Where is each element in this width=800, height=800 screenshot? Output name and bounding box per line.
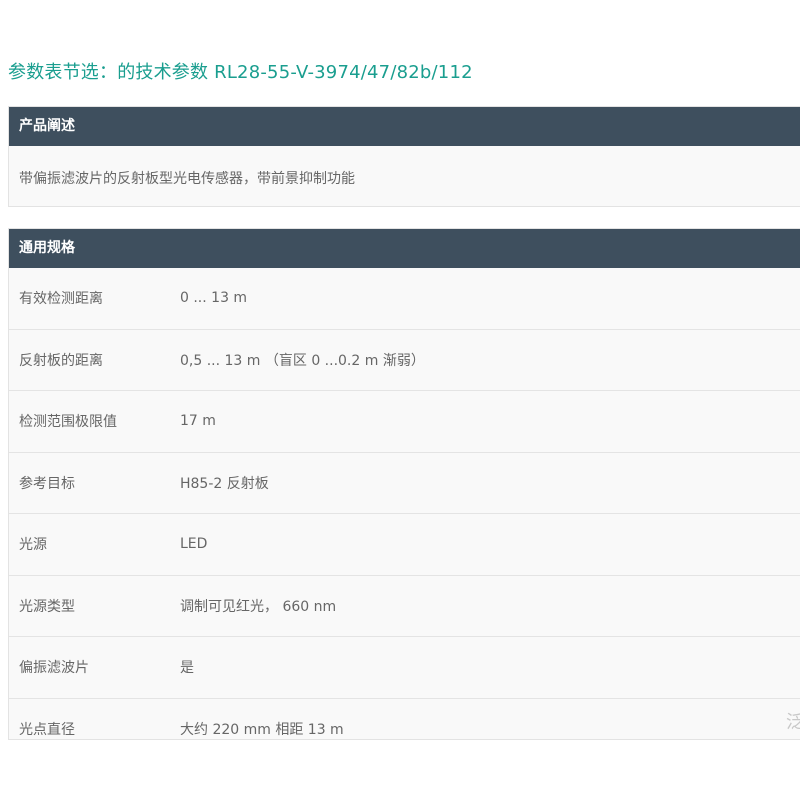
spec-row-spot-diameter: 光点直径 大约 220 mm 相距 13 m (9, 699, 800, 740)
page-title: 参数表节选：的技术参数 RL28-55-V-3974/47/82b/112 (8, 62, 473, 83)
spec-row-range-limit: 检测范围极限值 17 m (9, 391, 800, 453)
spec-label: 光源 (19, 537, 47, 554)
spec-row-detection-range: 有效检测距离 0 ... 13 m (9, 268, 800, 330)
spec-value: 调制可见红光， 660 nm (180, 598, 337, 615)
spec-row-polarization-filter: 偏振滤波片 是 (9, 637, 800, 699)
spec-value: 0 ... 13 m (180, 290, 248, 307)
spec-value: 是 (180, 660, 194, 677)
spec-row-reference-target: 参考目标 H85-2 反射板 (9, 453, 800, 514)
general-specs-header: 通用规格 (9, 229, 800, 268)
spec-label: 光点直径 (19, 721, 75, 738)
spec-row-reflector-distance: 反射板的距离 0,5 ... 13 m （盲区 0 ...0.2 m 渐弱） (9, 330, 800, 391)
spec-value: LED (180, 536, 208, 553)
spec-label: 反射板的距离 (19, 352, 103, 369)
description-header: 产品阐述 (9, 107, 800, 146)
spec-label: 光源类型 (19, 598, 75, 615)
spec-row-light-type: 光源类型 调制可见红光， 660 nm (9, 576, 800, 637)
spec-label: 参考目标 (19, 475, 75, 492)
general-specs-card: 通用规格 有效检测距离 0 ... 13 m 反射板的距离 0,5 ... 13… (8, 228, 800, 740)
description-card: 产品阐述 带偏振滤波片的反射板型光电传感器，带前景抑制功能 (8, 106, 800, 207)
spec-label: 检测范围极限值 (19, 414, 117, 431)
spec-value: H85-2 反射板 (180, 475, 269, 492)
spec-value: 17 m (180, 413, 216, 430)
spec-row-light-source: 光源 LED (9, 514, 800, 576)
description-text: 带偏振滤波片的反射板型光电传感器，带前景抑制功能 (19, 171, 355, 187)
edge-text-fragment: 泛 (786, 712, 800, 733)
spec-value: 0,5 ... 13 m （盲区 0 ...0.2 m 渐弱） (180, 352, 425, 369)
spec-label: 偏振滤波片 (19, 660, 89, 677)
spec-value: 大约 220 mm 相距 13 m (180, 721, 344, 738)
spec-label: 有效检测距离 (19, 291, 103, 308)
